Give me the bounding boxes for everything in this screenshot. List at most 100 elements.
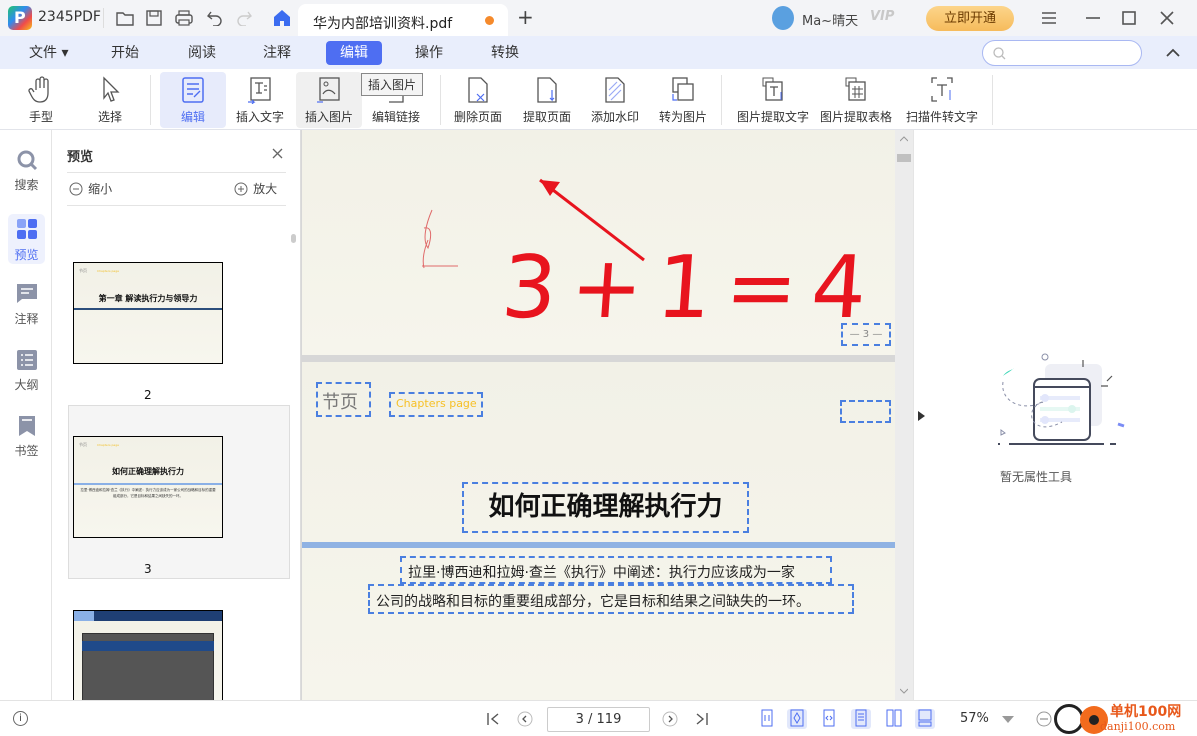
menu-edit[interactable]: 编辑 — [326, 41, 382, 65]
unsaved-dot-icon[interactable] — [485, 16, 494, 25]
panel-title: 预览 — [67, 150, 94, 165]
zoom-level[interactable]: 57% — [960, 711, 989, 726]
user-name[interactable]: Ma~晴天 — [802, 10, 858, 29]
next-page-icon[interactable] — [662, 711, 678, 727]
avatar[interactable] — [772, 6, 794, 30]
menu-start[interactable]: 开始 — [101, 41, 149, 65]
open-folder-icon[interactable] — [116, 10, 134, 26]
rail-preview[interactable]: 预览 — [8, 214, 45, 264]
rail-annotations[interactable]: 注释 — [8, 282, 45, 334]
scroll-up-icon[interactable] — [900, 136, 908, 142]
add-watermark-button[interactable]: 添加水印 — [582, 72, 648, 128]
pdf-page-4[interactable]: 节页 Chapters page 如何正确理解执行力 拉里·博西迪和拉姆·查兰《… — [302, 362, 895, 700]
menu-bar: 文件 ▾ 开始 阅读 注释 编辑 操作 转换 — [0, 36, 1197, 69]
text-box-body-line1[interactable]: 拉里·博西迪和拉姆·查兰《执行》中阐述：执行力应该成为一家 — [400, 556, 832, 584]
page-number-input[interactable]: 3 / 119 — [547, 707, 650, 732]
thumbnail-page-4[interactable]: 4 — [73, 610, 223, 705]
empty-text-box[interactable] — [840, 400, 891, 423]
menu-convert[interactable]: 转换 — [481, 41, 529, 65]
text-box-subtitle[interactable]: Chapters page — [389, 392, 483, 417]
text-box-body-line2[interactable]: 公司的战略和目标的重要组成部分，它是目标和结果之间缺失的一环。 — [368, 584, 854, 614]
watermark-icon — [605, 77, 625, 103]
save-icon[interactable] — [146, 10, 162, 26]
previous-page-icon[interactable] — [517, 711, 533, 727]
zoom-dropdown-icon[interactable] — [1002, 716, 1014, 723]
menu-icon[interactable] — [1042, 11, 1056, 25]
panel-scrollbar[interactable] — [291, 234, 296, 243]
search-input[interactable] — [982, 40, 1142, 66]
minimize-icon[interactable] — [1086, 11, 1100, 25]
upgrade-button[interactable]: 立即开通 — [926, 6, 1014, 31]
scrollbar-thumb[interactable] — [897, 154, 911, 162]
image-text-icon — [762, 77, 783, 101]
last-page-icon[interactable] — [696, 713, 708, 725]
expand-panel-icon[interactable] — [918, 411, 925, 421]
text-box-title[interactable]: 如何正确理解执行力 — [462, 482, 749, 533]
delete-page-icon — [468, 77, 488, 103]
scan-to-text-button[interactable]: 扫描件转文字 — [900, 72, 984, 128]
scan-text-icon — [931, 77, 953, 102]
two-page-button[interactable] — [884, 709, 904, 729]
thumbnail-page-3[interactable]: 节页 Chapters page 如何正确理解执行力 拉里·博西迪和拉姆·查兰《… — [73, 436, 223, 538]
image-extract-table-button[interactable]: 图片提取表格 — [816, 72, 896, 128]
scroll-down-icon[interactable] — [900, 688, 908, 694]
delete-page-button[interactable]: 删除页面 — [445, 72, 511, 128]
pdf-page-3-bottom[interactable]: 3+1=4 — 3 — — [302, 130, 895, 355]
vip-badge[interactable]: VIP — [870, 9, 894, 24]
single-page-button[interactable] — [851, 709, 871, 729]
rail-search[interactable]: 搜索 — [8, 148, 45, 200]
zoom-in-thumbnails-button[interactable]: 放大 — [234, 180, 277, 198]
side-rail: 搜索 预览 注释 大纲 书签 — [0, 130, 52, 700]
first-page-icon[interactable] — [487, 713, 499, 725]
comment-icon — [16, 284, 37, 303]
actual-size-icon — [761, 709, 773, 727]
rail-outline[interactable]: 大纲 — [8, 348, 45, 400]
zoom-in-icon — [234, 182, 248, 196]
fit-page-button[interactable] — [787, 709, 807, 729]
insert-text-button[interactable]: 插入文字 — [227, 72, 293, 128]
redo-icon[interactable] — [236, 10, 252, 26]
thumbnail-page-2[interactable]: 节页 Chapters page 第一章 解读执行力与领导力 — [73, 262, 223, 364]
document-view[interactable]: 3+1=4 — 3 — 节页 Chapters page 如何正确理解执行力 拉… — [301, 130, 913, 700]
print-icon[interactable] — [175, 10, 193, 26]
menu-read[interactable]: 阅读 — [178, 41, 226, 65]
undo-icon[interactable] — [207, 10, 223, 26]
insert-image-button[interactable]: 插入图片 — [296, 72, 362, 128]
image-extract-text-button[interactable]: 图片提取文字 — [733, 72, 813, 128]
text-box-section-tag[interactable]: 节页 — [316, 382, 371, 417]
home-icon[interactable] — [273, 9, 291, 27]
maximize-icon[interactable] — [1122, 11, 1136, 25]
select-tool-button[interactable]: 选择 — [77, 72, 143, 128]
hand-tool-button[interactable]: 手型 — [8, 72, 74, 128]
document-tab[interactable]: 华为内部培训资料.pdf — [298, 4, 508, 36]
search-icon — [17, 150, 37, 171]
convert-to-image-button[interactable]: 转为图片 — [650, 72, 716, 128]
insert-image-icon — [317, 77, 340, 103]
menu-file[interactable]: 文件 ▾ — [19, 41, 78, 65]
rail-bookmarks[interactable]: 书签 — [8, 414, 45, 466]
preview-panel: 预览 缩小 放大 节页 Chapters page 第一章 解读执行力与领导力 … — [53, 130, 301, 705]
new-tab-button[interactable]: + — [517, 5, 534, 29]
edit-tool-button[interactable]: 编辑 — [160, 72, 226, 128]
close-icon[interactable] — [1160, 11, 1174, 25]
fit-width-button[interactable] — [819, 709, 839, 729]
collapse-ribbon-icon[interactable] — [1166, 48, 1180, 57]
info-icon[interactable]: i — [13, 711, 28, 726]
continuous-scroll-button[interactable] — [915, 709, 935, 729]
page-number-box[interactable]: — 3 — — [841, 323, 891, 346]
thumbnail-label: 3 — [144, 562, 152, 576]
document-scrollbar[interactable] — [895, 130, 913, 700]
app-logo-icon: P — [8, 6, 32, 30]
insert-text-icon — [248, 77, 271, 104]
search-icon — [993, 47, 1006, 60]
menu-annotate[interactable]: 注释 — [253, 41, 301, 65]
empty-properties-illustration — [998, 353, 1125, 445]
actual-size-button[interactable] — [757, 709, 777, 729]
close-panel-icon[interactable] — [272, 148, 283, 159]
extract-page-button[interactable]: 提取页面 — [514, 72, 580, 128]
fit-page-icon — [790, 709, 804, 727]
handwriting-annotation[interactable]: 3+1=4 — [499, 238, 884, 338]
empty-properties-text: 暂无属性工具 — [1000, 470, 1073, 484]
menu-operate[interactable]: 操作 — [405, 41, 453, 65]
zoom-out-thumbnails-button[interactable]: 缩小 — [69, 180, 112, 198]
